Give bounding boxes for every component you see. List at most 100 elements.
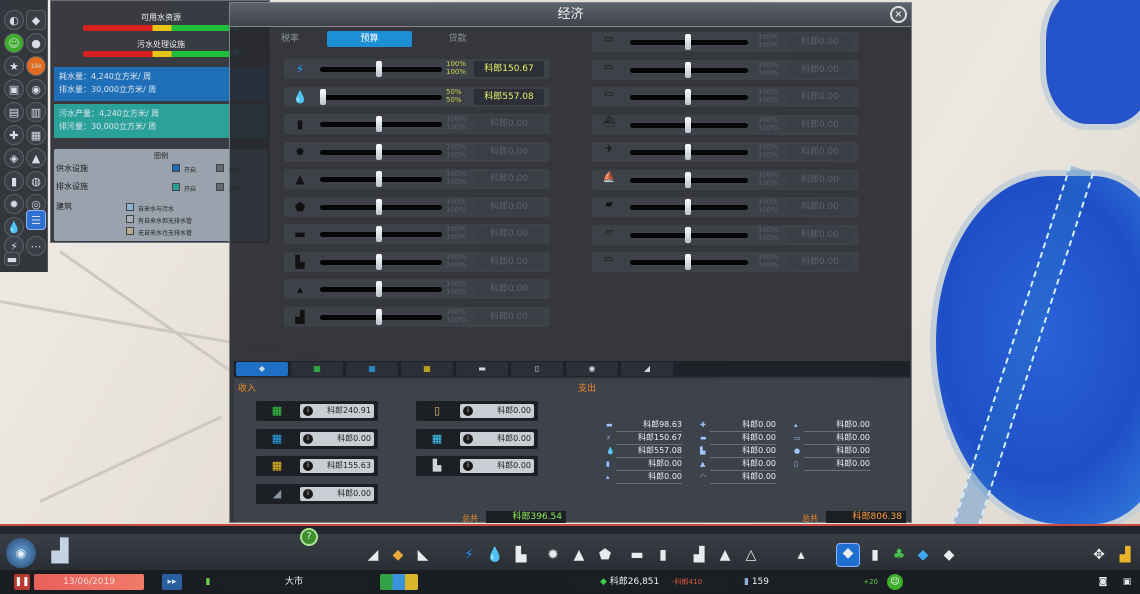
city-name[interactable]: 大市 [220, 574, 368, 590]
budget-slider-knob[interactable] [376, 61, 382, 77]
budget-slider[interactable] [320, 198, 442, 215]
budget-slider[interactable] [320, 226, 442, 242]
car-icon[interactable]: ▣ [4, 79, 24, 99]
fire-tool-icon[interactable]: ▲ [570, 546, 588, 564]
water-view-icon[interactable]: ☰ [26, 210, 46, 230]
crime-icon[interactable]: ◈ [4, 148, 24, 168]
electricity-tool-icon[interactable]: ⚡ [460, 546, 478, 564]
budget-slider[interactable] [320, 88, 442, 105]
bus-icon[interactable]: ▥ [26, 102, 46, 122]
monument-tool-icon[interactable]: ▲ [716, 546, 734, 564]
transport-tool-icon[interactable]: ▮ [654, 546, 672, 564]
noise-icon[interactable]: ◍ [26, 171, 46, 191]
tab-budget[interactable]: 预算 [327, 31, 412, 47]
budget-slider[interactable] [630, 226, 748, 243]
speed-icon[interactable]: ▸▸ [162, 574, 182, 590]
tree-tool-icon[interactable]: ♣ [890, 546, 908, 564]
tab-category-commercial-icon[interactable]: ▦ [346, 362, 398, 376]
badge-icon[interactable]: 19x [26, 56, 46, 76]
pollution-icon[interactable]: ✹ [4, 194, 24, 214]
expand-icon[interactable]: ▬ [4, 252, 20, 266]
info-view-icon[interactable]: ◆ [26, 10, 46, 30]
budget-slider[interactable] [630, 144, 748, 160]
budget-slider[interactable] [320, 281, 442, 297]
budget-slider[interactable] [630, 171, 748, 188]
more-icon[interactable]: ⋯ [26, 236, 46, 256]
budget-slider[interactable] [630, 254, 748, 270]
zoning-tool-icon[interactable]: ◆ [389, 546, 407, 564]
budget-slider-knob[interactable] [685, 199, 691, 215]
wonder-tool-icon[interactable]: △ [742, 546, 760, 564]
city-icon[interactable]: ▟ [40, 536, 80, 568]
globe-icon[interactable]: ◉ [26, 79, 46, 99]
budget-slider[interactable] [630, 34, 748, 50]
budget-slider-knob[interactable] [685, 144, 691, 160]
budget-slider-knob[interactable] [320, 88, 326, 105]
tab-category-industrial-icon[interactable]: ▦ [401, 362, 453, 376]
unlock-icon[interactable]: ▮ [201, 574, 215, 590]
health-tool-icon[interactable]: ✹ [544, 546, 562, 564]
tab-category-tourism-icon[interactable]: ◉ [566, 362, 618, 376]
budget-slider[interactable] [320, 61, 442, 77]
water-network-tool-icon[interactable]: ◆ [836, 543, 860, 567]
garbage-tool-icon[interactable]: ▙ [512, 546, 530, 564]
water-tool-icon[interactable]: 💧 [486, 546, 504, 564]
tab-category-residential-icon[interactable]: ▦ [291, 362, 343, 376]
budget-slider[interactable] [630, 61, 748, 78]
budget-slider-knob[interactable] [376, 116, 382, 132]
happiness-face-icon[interactable]: ☺ [887, 574, 903, 590]
move-icon[interactable]: ✥ [1090, 546, 1108, 564]
budget-slider[interactable] [320, 143, 442, 160]
tab-tax[interactable]: 税率 [270, 31, 310, 47]
budget-slider[interactable] [320, 171, 442, 187]
beautification-tool-icon[interactable]: ▟ [690, 546, 708, 564]
happiness-icon[interactable]: ☺ [4, 33, 24, 53]
health-icon[interactable]: ✚ [4, 125, 24, 145]
budget-slider-knob[interactable] [685, 34, 691, 50]
map-tool-icon[interactable]: ◐ [4, 10, 24, 30]
budget-slider-knob[interactable] [685, 171, 691, 188]
budget-slider-knob[interactable] [376, 143, 382, 160]
camera-icon[interactable]: ◙ [1094, 574, 1112, 590]
globe-icon[interactable]: ◉ [6, 538, 36, 568]
police-tool-icon[interactable]: ⬟ [596, 546, 614, 564]
budget-slider-knob[interactable] [685, 116, 691, 133]
budget-slider-knob[interactable] [685, 61, 691, 78]
terrain-tool-icon[interactable]: ◆ [914, 546, 932, 564]
budget-slider[interactable] [320, 308, 442, 325]
budget-slider[interactable] [320, 253, 442, 270]
landscaping-tool-icon[interactable]: ▴ [792, 546, 810, 564]
budget-slider-knob[interactable] [685, 89, 691, 105]
budget-slider-knob[interactable] [685, 226, 691, 243]
budget-slider-knob[interactable] [376, 226, 382, 242]
tab-loans[interactable]: 贷款 [430, 31, 485, 47]
pipe-tool-icon[interactable]: ▮ [866, 546, 884, 564]
help-icon[interactable]: ? [300, 528, 318, 546]
tab-category-roads-icon[interactable]: ◢ [621, 362, 673, 376]
info-icon[interactable]: ● [26, 33, 46, 53]
fire-icon[interactable]: ▲ [26, 148, 46, 168]
settings-icon[interactable]: ▣ [1118, 574, 1136, 590]
tab-category-water-icon[interactable]: ◆ [236, 362, 288, 376]
garbage-icon[interactable]: ▮ [4, 171, 24, 191]
bulldoze-tool-icon[interactable]: ◆ [940, 546, 958, 564]
budget-slider-knob[interactable] [376, 198, 382, 215]
budget-slider[interactable] [630, 116, 748, 133]
close-icon[interactable]: × [890, 6, 907, 23]
budget-slider-knob[interactable] [376, 253, 382, 270]
district-tool-icon[interactable]: ◣ [414, 546, 432, 564]
budget-slider-knob[interactable] [376, 281, 382, 297]
budget-slider[interactable] [630, 199, 748, 215]
pause-icon[interactable]: ❚❚ [14, 574, 30, 590]
bulldozer-icon[interactable]: ▟ [1116, 546, 1134, 564]
budget-slider-knob[interactable] [376, 171, 382, 187]
road-icon[interactable]: ▤ [4, 102, 24, 122]
roads-tool-icon[interactable]: ◢ [364, 546, 382, 564]
tab-category-office-icon[interactable]: ▬ [456, 362, 508, 376]
water-drop-icon[interactable]: 💧 [4, 217, 24, 237]
education-icon[interactable]: ▦ [26, 125, 46, 145]
star-icon[interactable]: ★ [4, 56, 24, 76]
tab-category-transport-icon[interactable]: ▯ [511, 362, 563, 376]
budget-slider[interactable] [320, 116, 442, 132]
budget-slider[interactable] [630, 89, 748, 105]
